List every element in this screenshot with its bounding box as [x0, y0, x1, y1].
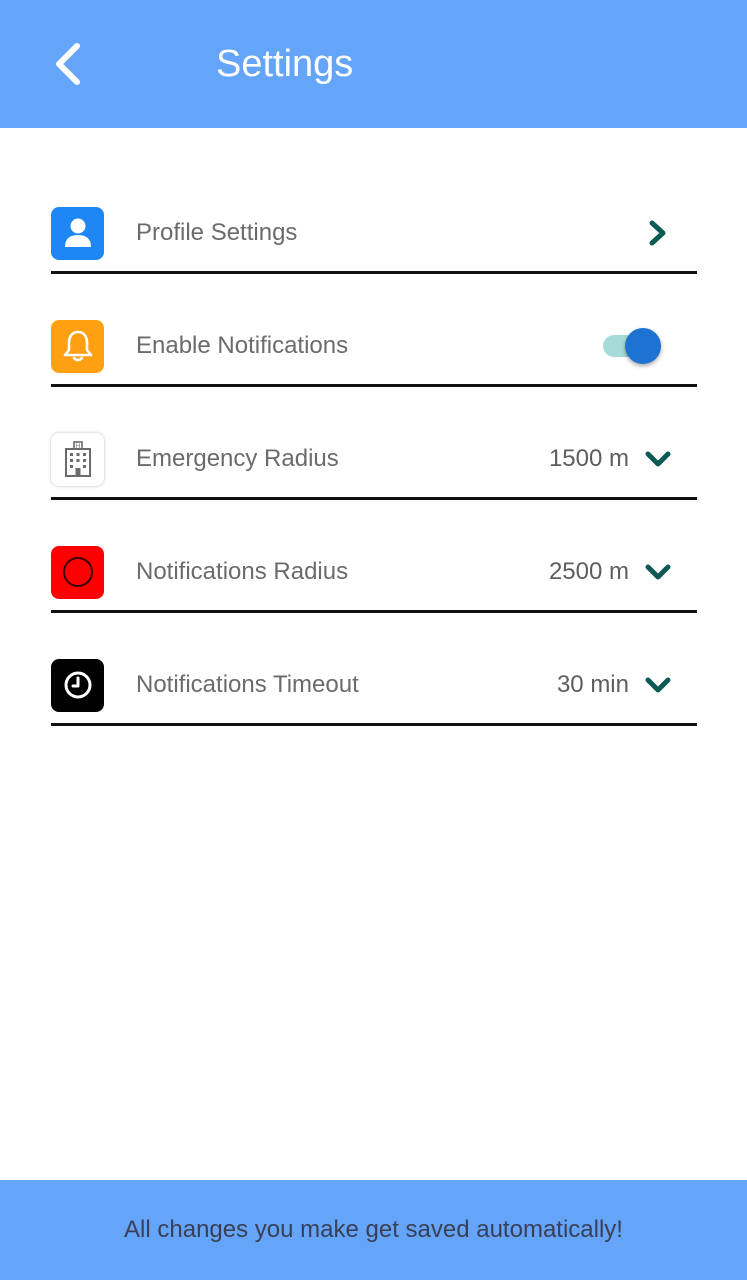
- enable-notifications-row: Enable Notifications: [51, 274, 697, 387]
- app-header: Settings: [0, 0, 747, 128]
- notifications-radius-label: Notifications Radius: [136, 558, 349, 585]
- clock-icon: [51, 658, 104, 712]
- notifications-timeout-value[interactable]: 30 min: [557, 671, 629, 699]
- back-button[interactable]: [44, 40, 92, 88]
- chevron-down-icon[interactable]: [643, 670, 673, 700]
- chevron-left-icon: [56, 43, 80, 85]
- profile-settings-label: Profile Settings: [136, 219, 298, 246]
- toggle-thumb: [625, 328, 661, 364]
- enable-notifications-label: Enable Notifications: [136, 332, 349, 359]
- autosave-message: All changes you make get saved automatic…: [124, 1216, 623, 1243]
- notifications-radius-value[interactable]: 2500 m: [549, 558, 629, 586]
- emergency-radius-value[interactable]: 1500 m: [549, 445, 629, 473]
- bell-icon: [51, 319, 104, 373]
- emergency-radius-label: Emergency Radius: [136, 445, 339, 472]
- chevron-right-icon[interactable]: [643, 218, 673, 248]
- emergency-radius-row[interactable]: H Emergency Radius 1500 m: [51, 387, 697, 500]
- notifications-timeout-label: Notifications Timeout: [136, 671, 359, 698]
- page-title: Settings: [216, 43, 354, 85]
- hospital-icon: H: [51, 432, 104, 486]
- chevron-down-icon[interactable]: [643, 557, 673, 587]
- circle-icon: [51, 545, 104, 599]
- notifications-timeout-row[interactable]: Notifications Timeout 30 min: [51, 613, 697, 726]
- chevron-down-icon[interactable]: [643, 444, 673, 474]
- notifications-radius-row[interactable]: Notifications Radius 2500 m: [51, 500, 697, 613]
- profile-settings-row[interactable]: Profile Settings: [51, 180, 697, 274]
- settings-list: Profile Settings Enable Notifications H …: [51, 180, 697, 726]
- settings-screen: Settings Profile Settings Enable Notific…: [0, 0, 747, 1280]
- user-icon: [51, 206, 104, 260]
- notifications-toggle[interactable]: [603, 328, 661, 364]
- footer-banner: All changes you make get saved automatic…: [0, 1180, 747, 1280]
